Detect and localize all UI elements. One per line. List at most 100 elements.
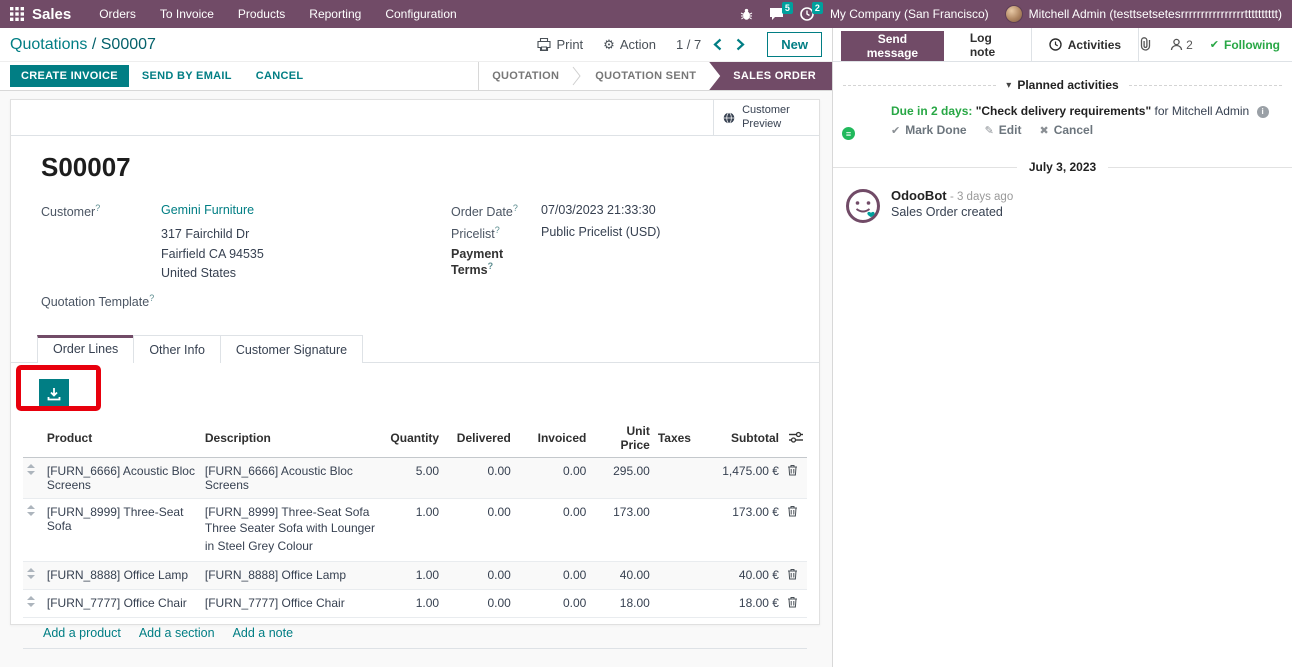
form-view: Customer Preview S00007 Customer? Gemini… [0,91,832,667]
cell-description[interactable]: [FURN_8888] Office Lamp [201,562,383,590]
table-row[interactable]: [FURN_8999] Three-Seat Sofa [FURN_8999] … [23,499,807,562]
import-records-button[interactable] [39,379,69,409]
followers-button[interactable]: 2 [1170,38,1193,52]
pager-next-icon[interactable] [736,38,745,51]
date-separator: July 3, 2023 [833,160,1292,174]
customer-preview-button[interactable]: Customer Preview [713,100,819,135]
messages-icon[interactable]: 5 [769,7,784,21]
planned-activities-toggle[interactable]: ▾ Planned activities [1006,78,1118,92]
info-icon[interactable]: i [1257,106,1269,118]
create-invoice-button[interactable]: CREATE INVOICE [10,65,129,87]
cancel-activity-button[interactable]: ✖Cancel [1039,123,1093,137]
send-by-email-button[interactable]: SEND BY EMAIL [131,65,243,87]
delete-line-icon[interactable] [787,596,798,611]
edit-activity-button[interactable]: ✎Edit [985,123,1022,137]
cell-unit-price[interactable]: 173.00 [590,499,654,562]
header-delivered: Delivered [443,419,515,458]
cell-taxes[interactable] [654,458,696,499]
status-separator-icon [572,62,582,90]
cell-taxes[interactable] [654,499,696,562]
cell-taxes[interactable] [654,562,696,590]
add-section-link[interactable]: Add a section [139,626,215,640]
cell-product[interactable]: [FURN_7777] Office Chair [43,590,201,618]
menu-configuration[interactable]: Configuration [373,0,468,28]
new-button[interactable]: New [767,32,822,57]
customer-field-value[interactable]: Gemini Furniture [161,203,254,219]
cell-unit-price[interactable]: 295.00 [590,458,654,499]
menu-to-invoice[interactable]: To Invoice [148,0,226,28]
cell-quantity[interactable]: 1.00 [383,562,443,590]
menu-reporting[interactable]: Reporting [297,0,373,28]
log-note-button[interactable]: Log note [952,28,1032,61]
delete-line-icon[interactable] [787,464,798,479]
message-author[interactable]: OdooBot [891,188,947,203]
cell-quantity[interactable]: 1.00 [383,590,443,618]
cell-unit-price[interactable]: 40.00 [590,562,654,590]
cell-invoiced[interactable]: 0.00 [515,458,591,499]
cell-unit-price[interactable]: 18.00 [590,590,654,618]
cell-product[interactable]: [FURN_6666] Acoustic Bloc Screens [43,458,201,499]
button-box: Customer Preview [11,100,819,136]
status-quotation[interactable]: QUOTATION [479,62,572,90]
check-icon: ✔ [1210,38,1219,51]
cancel-button[interactable]: CANCEL [245,65,315,87]
cell-description[interactable]: [FURN_6666] Acoustic Bloc Screens [201,458,383,499]
table-row[interactable]: [FURN_7777] Office Chair [FURN_7777] Off… [23,590,807,618]
status-sales-order[interactable]: SALES ORDER [709,62,832,90]
message-timestamp: - 3 days ago [950,191,1013,203]
app-name[interactable]: Sales [32,6,71,23]
send-message-button[interactable]: Send message [841,31,944,61]
activity-type-badge-icon: ≡ [840,125,857,142]
drag-handle-icon[interactable] [23,562,43,590]
table-row[interactable]: [FURN_6666] Acoustic Bloc Screens [FURN_… [23,458,807,499]
mark-done-button[interactable]: ✔Mark Done [891,123,967,137]
menu-products[interactable]: Products [226,0,297,28]
drag-handle-icon[interactable] [23,499,43,562]
cell-product[interactable]: [FURN_8888] Office Lamp [43,562,201,590]
attach-files-icon[interactable] [1139,36,1153,54]
cell-quantity[interactable]: 5.00 [383,458,443,499]
clock-icon [1049,38,1062,51]
cell-invoiced[interactable]: 0.00 [515,590,591,618]
cell-delivered[interactable]: 0.00 [443,562,515,590]
table-row[interactable]: [FURN_8888] Office Lamp [FURN_8888] Offi… [23,562,807,590]
cell-delivered[interactable]: 0.00 [443,499,515,562]
cell-product[interactable]: [FURN_8999] Three-Seat Sofa [43,499,201,562]
drag-handle-icon[interactable] [23,590,43,618]
optional-columns-icon[interactable] [789,431,803,446]
cell-invoiced[interactable]: 0.00 [515,562,591,590]
pager-previous-icon[interactable] [713,38,722,51]
cell-taxes[interactable] [654,590,696,618]
menu-orders[interactable]: Orders [87,0,148,28]
action-button[interactable]: ⚙ Action [603,37,656,53]
tab-customer-signature[interactable]: Customer Signature [220,335,363,363]
delete-line-icon[interactable] [787,568,798,583]
user-menu[interactable]: Mitchell Admin (testtsetsetesrrrrrrrrrrr… [1005,5,1282,23]
company-switcher[interactable]: My Company (San Francisco) [830,7,989,21]
print-button[interactable]: Print [537,37,583,52]
following-button[interactable]: ✔ Following [1210,38,1280,52]
activity-assignee: Mitchell Admin [1172,104,1249,118]
breadcrumb-quotations[interactable]: Quotations [10,36,87,53]
cell-delivered[interactable]: 0.00 [443,590,515,618]
apps-menu-icon[interactable] [10,7,24,21]
pricelist-value[interactable]: Public Pricelist (USD) [541,225,660,241]
cell-quantity[interactable]: 1.00 [383,499,443,562]
activities-clock-icon[interactable]: 2 [800,7,814,21]
cell-description[interactable]: [FURN_8999] Three-Seat SofaThree Seater … [201,499,383,562]
activities-button[interactable]: Activities [1032,28,1139,61]
tab-order-lines[interactable]: Order Lines [37,335,134,363]
notebook-tabs: Order Lines Other Info Customer Signatur… [11,335,819,363]
cell-delivered[interactable]: 0.00 [443,458,515,499]
delete-line-icon[interactable] [787,505,798,520]
cell-invoiced[interactable]: 0.00 [515,499,591,562]
add-note-link[interactable]: Add a note [233,626,293,640]
tab-other-info[interactable]: Other Info [133,335,221,363]
cell-description[interactable]: [FURN_7777] Office Chair [201,590,383,618]
status-quotation-sent[interactable]: QUOTATION SENT [582,62,709,90]
add-product-link[interactable]: Add a product [43,626,121,640]
drag-handle-icon[interactable] [23,458,43,499]
order-date-value[interactable]: 07/03/2023 21:33:30 [541,203,656,219]
payment-terms-label: Payment Terms? [451,247,541,277]
debug-icon[interactable] [740,8,753,21]
